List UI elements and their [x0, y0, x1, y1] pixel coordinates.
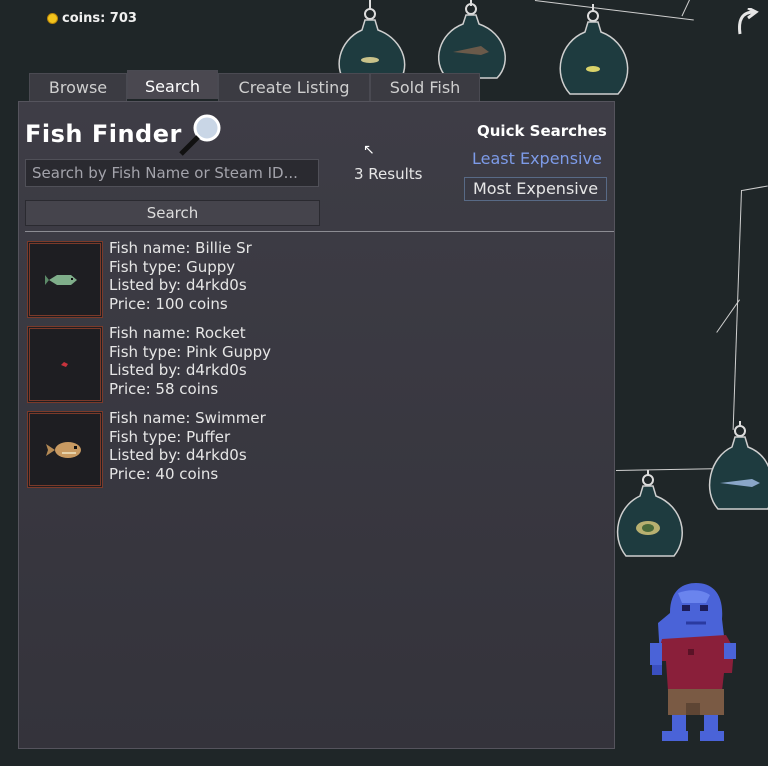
- listed-by: Listed by: d4rkd0s: [109, 446, 247, 465]
- page-title: Fish Finder: [25, 120, 182, 148]
- results-count: 3 Results: [354, 165, 423, 183]
- listed-by: Listed by: d4rkd0s: [109, 361, 247, 380]
- tab-bar: Browse Search Create Listing Sold Fish: [29, 70, 480, 101]
- fish-bag[interactable]: [706, 421, 768, 513]
- listing-info: Fish name: Swimmer Fish type: Puffer Lis…: [109, 409, 266, 484]
- fish-thumbnail: [27, 411, 103, 488]
- fish-bag[interactable]: [435, 0, 510, 82]
- divider: [25, 231, 614, 232]
- magnifier-icon: [179, 114, 221, 156]
- tab-sold-fish[interactable]: Sold Fish: [370, 73, 480, 101]
- fish-name: Fish name: Swimmer: [109, 409, 266, 427]
- fish-type: Fish type: Puffer: [109, 427, 231, 446]
- fish-name: Fish name: Billie Sr: [109, 239, 252, 257]
- fish-finder-panel: Fish Finder Search ↖ 3 Results Quick Sea…: [18, 101, 615, 749]
- guppy-icon: [45, 274, 77, 285]
- hanging-string: [681, 0, 690, 17]
- fish-type: Fish type: Guppy: [109, 257, 236, 276]
- quick-searches-heading: Quick Searches: [477, 122, 607, 140]
- coin-count: coins: 703: [62, 11, 137, 26]
- fish-type: Fish type: Pink Guppy: [109, 342, 272, 361]
- least-expensive-link[interactable]: Least Expensive: [472, 149, 602, 168]
- mouse-cursor-icon: ↖: [363, 142, 375, 158]
- search-input[interactable]: [25, 159, 319, 187]
- price: Price: 58 coins: [109, 380, 219, 399]
- listed-by: Listed by: d4rkd0s: [109, 276, 247, 295]
- player-character: [650, 583, 736, 741]
- listing-item[interactable]: Fish name: Billie Sr Fish type: Guppy Li…: [25, 239, 605, 319]
- listing-info: Fish name: Billie Sr Fish type: Guppy Li…: [109, 239, 252, 314]
- most-expensive-button[interactable]: Most Expensive: [464, 177, 607, 201]
- fish-thumbnail: [27, 326, 103, 403]
- fish-bag[interactable]: [556, 4, 636, 96]
- puffer-icon: [46, 441, 81, 458]
- fish-bag[interactable]: [614, 470, 688, 558]
- pink-guppy-icon: [61, 361, 68, 367]
- tab-create-listing[interactable]: Create Listing: [218, 73, 370, 101]
- price: Price: 40 coins: [109, 465, 219, 484]
- hanging-string: [742, 185, 768, 191]
- search-button[interactable]: Search: [25, 200, 320, 226]
- listing-item[interactable]: Fish name: Rocket Fish type: Pink Guppy …: [25, 324, 605, 404]
- fish-name: Fish name: Rocket: [109, 324, 246, 342]
- tab-browse[interactable]: Browse: [29, 73, 127, 101]
- price: Price: 100 coins: [109, 295, 228, 314]
- fish-thumbnail: [27, 241, 103, 318]
- listing-info: Fish name: Rocket Fish type: Pink Guppy …: [109, 324, 271, 399]
- coin-counter: coins: 703: [47, 11, 137, 26]
- hanging-string: [732, 189, 742, 430]
- back-arrow-icon[interactable]: [734, 8, 760, 38]
- tab-search[interactable]: Search: [127, 70, 218, 99]
- listing-item[interactable]: Fish name: Swimmer Fish type: Puffer Lis…: [25, 409, 605, 489]
- coin-icon: [47, 13, 58, 24]
